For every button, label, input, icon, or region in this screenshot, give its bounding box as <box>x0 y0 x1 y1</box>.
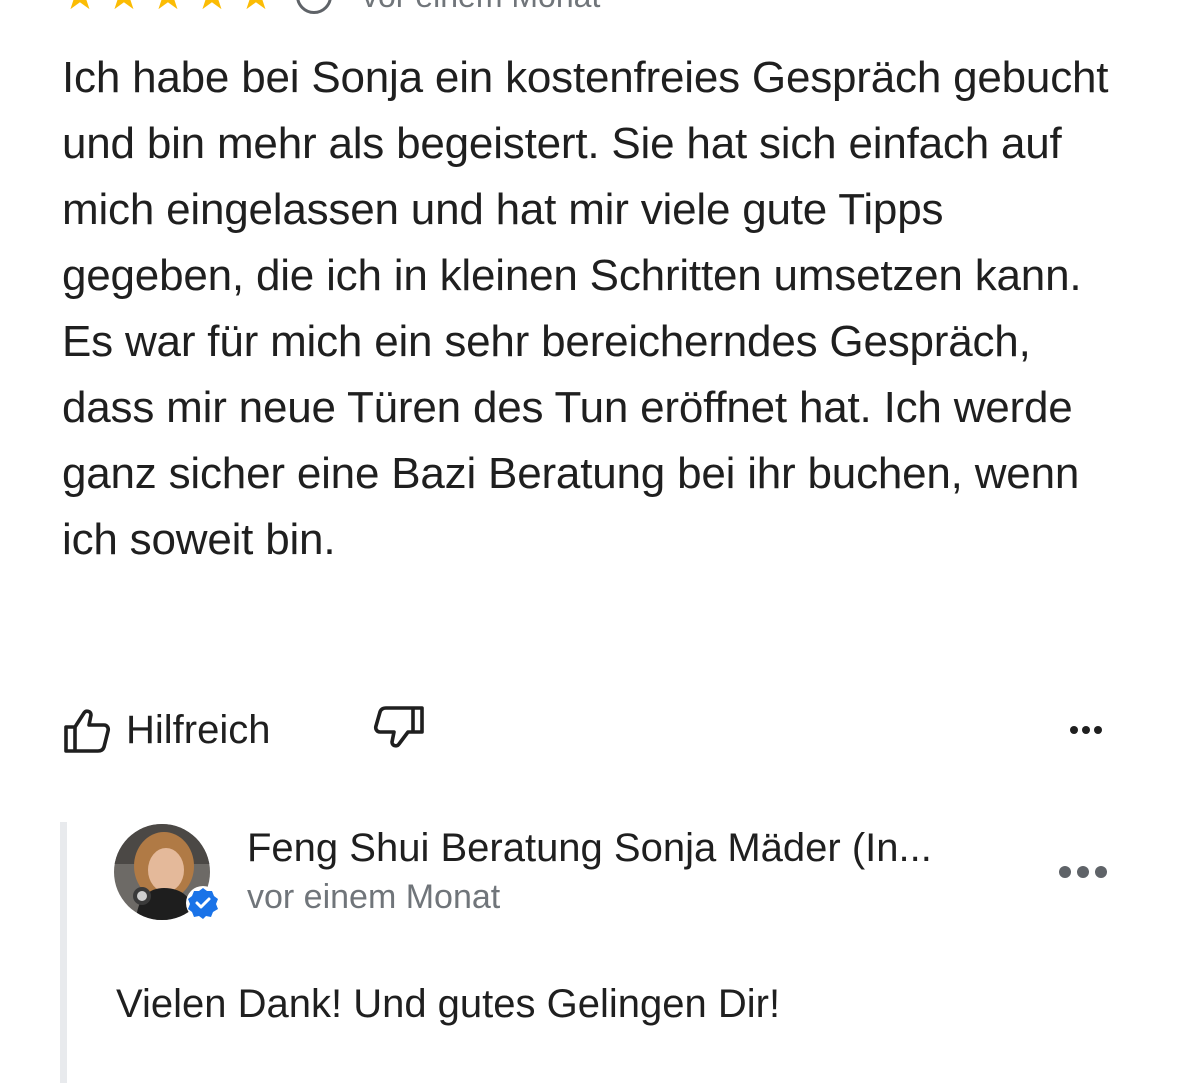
helpful-button[interactable]: Hilfreich <box>62 700 270 760</box>
reply-indent-bar <box>60 822 67 1083</box>
owner-name[interactable]: Feng Shui Beratung Sonja Mäder (In... <box>247 826 932 871</box>
review-more-button[interactable] <box>1066 710 1106 750</box>
star-rating: ★ ★ ★ ★ ★ <box>62 0 276 16</box>
info-icon[interactable] <box>296 0 332 14</box>
owner-reply-text: Vielen Dank! Und gutes Gelingen Dir! <box>116 982 781 1026</box>
review-page: ★ ★ ★ ★ ★ vor einem Monat Ich habe bei S… <box>0 0 1177 1083</box>
thumb-down-icon <box>373 706 424 748</box>
thumb-up-icon <box>64 709 111 753</box>
star-icon: ★ <box>62 0 100 16</box>
helpful-label: Hilfreich <box>126 707 271 752</box>
star-icon: ★ <box>194 0 232 16</box>
reply-more-button[interactable] <box>1056 852 1110 892</box>
review-time: vor einem Monat <box>362 0 600 15</box>
review-text: Ich habe bei Sonja ein kostenfreies Gesp… <box>62 53 1109 564</box>
star-icon: ★ <box>150 0 188 16</box>
review-actions: Hilfreich <box>62 700 1112 760</box>
star-icon: ★ <box>106 0 144 16</box>
star-icon: ★ <box>238 0 276 16</box>
more-horizontal-icon <box>1059 866 1107 878</box>
dislike-button[interactable] <box>370 704 426 756</box>
owner-reply-time: vor einem Monat <box>247 878 501 916</box>
more-horizontal-icon <box>1070 726 1102 734</box>
verified-badge-icon <box>186 886 220 920</box>
review-meta-row: ★ ★ ★ ★ ★ vor einem Monat <box>62 0 600 16</box>
